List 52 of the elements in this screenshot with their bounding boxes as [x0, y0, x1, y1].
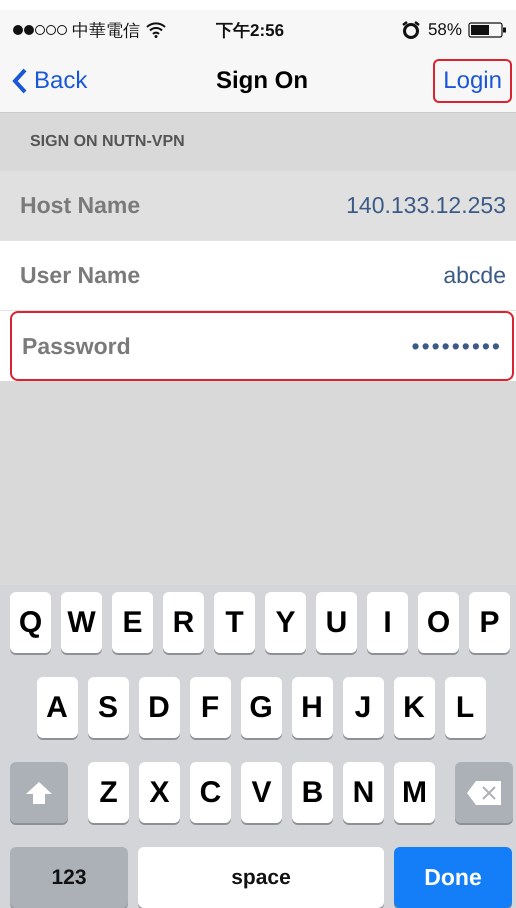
chevron-left-icon: [12, 68, 28, 94]
space-key[interactable]: space: [138, 847, 384, 908]
keyboard-key[interactable]: T: [214, 592, 255, 653]
signal-icon: [12, 24, 68, 36]
status-time: 下午2:56: [216, 20, 284, 42]
field-value: 140.133.12.253: [346, 192, 506, 219]
keyboard-key[interactable]: Q: [10, 592, 51, 653]
keyboard-key[interactable]: F: [190, 677, 230, 738]
alarm-clock-icon: [402, 21, 420, 39]
back-button[interactable]: Back: [12, 67, 88, 95]
keyboard-key[interactable]: J: [342, 677, 384, 738]
keyboard-key[interactable]: I: [367, 592, 408, 653]
keyboard-key[interactable]: N: [343, 762, 384, 823]
keyboard-key[interactable]: A: [36, 677, 78, 738]
keyboard-key[interactable]: Y: [265, 592, 306, 653]
screen-title: Sign On: [216, 67, 308, 95]
field-value: abcde: [443, 262, 506, 289]
keyboard-key[interactable]: W: [61, 592, 102, 653]
field-label: Host Name: [20, 192, 140, 219]
keyboard-key[interactable]: G: [240, 677, 282, 738]
keyboard-key[interactable]: K: [394, 677, 434, 738]
keyboard-key[interactable]: Z: [88, 762, 129, 823]
shift-arrow-icon: [25, 780, 53, 804]
done-key[interactable]: Done: [394, 847, 512, 908]
keyboard-key[interactable]: D: [138, 677, 180, 738]
keyboard-key[interactable]: V: [241, 762, 282, 823]
backspace-icon: [466, 780, 502, 806]
login-button[interactable]: Login: [433, 59, 512, 103]
delete-key[interactable]: [455, 762, 513, 823]
numbers-key[interactable]: 123: [10, 847, 128, 908]
battery-icon: [468, 22, 508, 38]
keyboard-key[interactable]: C: [190, 762, 231, 823]
keyboard-key[interactable]: P: [469, 592, 510, 653]
battery-percentage: 58%: [428, 20, 462, 40]
keyboard-key[interactable]: M: [394, 762, 435, 823]
keyboard-key[interactable]: X: [139, 762, 180, 823]
field-label: User Name: [20, 262, 140, 289]
keyboard-key[interactable]: L: [444, 677, 486, 738]
keyboard-key[interactable]: B: [292, 762, 333, 823]
keyboard-key[interactable]: H: [292, 677, 332, 738]
keyboard-key[interactable]: R: [163, 592, 204, 653]
carrier-name: 中華電信: [72, 20, 140, 42]
keyboard-key[interactable]: S: [88, 677, 128, 738]
keyboard-key[interactable]: U: [316, 592, 357, 653]
wifi-icon: [146, 22, 166, 38]
shift-key[interactable]: [10, 762, 68, 823]
keyboard-key[interactable]: O: [418, 592, 459, 653]
section-header: SIGN ON NUTN-VPN: [0, 113, 516, 171]
field-label: Password: [22, 332, 131, 360]
form-row[interactable]: Password •••••••••: [10, 311, 514, 381]
keyboard-key[interactable]: E: [112, 592, 153, 653]
field-value: •••••••••: [412, 332, 502, 360]
